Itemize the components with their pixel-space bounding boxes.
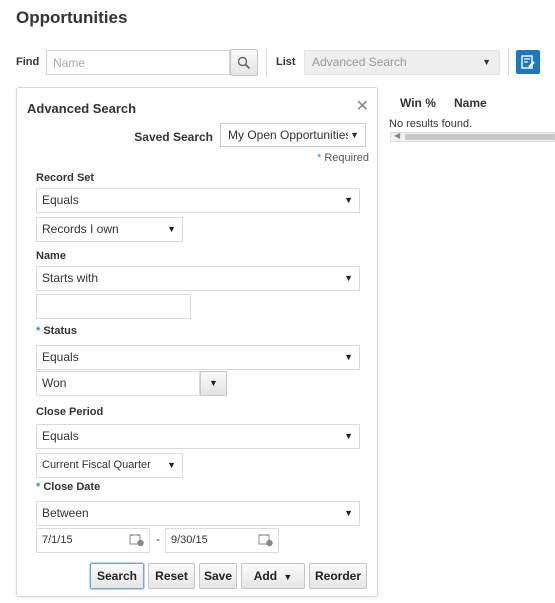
close-icon[interactable]: ✕ bbox=[356, 96, 369, 116]
chevron-down-icon: ▼ bbox=[167, 224, 176, 234]
scrollbar-thumb[interactable] bbox=[405, 134, 555, 140]
find-search-button[interactable] bbox=[230, 49, 258, 76]
list-select[interactable]: Advanced Search ▼ bbox=[304, 50, 500, 75]
advanced-search-panel: Advanced Search ✕ Saved Search My Open O… bbox=[16, 87, 378, 597]
add-button[interactable]: Add ▼ bbox=[241, 563, 305, 589]
close-period-value-select[interactable]: Current Fiscal Quarter ▼ bbox=[36, 453, 183, 478]
record-set-operator-value: Equals bbox=[42, 193, 79, 207]
close-date-to-input[interactable]: 9/30/15 bbox=[165, 528, 279, 553]
date-range-separator: - bbox=[156, 532, 160, 546]
name-value-input[interactable] bbox=[36, 294, 191, 319]
list-select-value: Advanced Search bbox=[312, 55, 407, 69]
page-title: Opportunities bbox=[16, 8, 128, 27]
calendar-icon[interactable] bbox=[258, 533, 274, 547]
chevron-down-icon: ▼ bbox=[209, 378, 218, 388]
panel-title: Advanced Search bbox=[27, 101, 137, 116]
add-button-label: Add bbox=[253, 569, 278, 583]
empty-results-message: No results found. bbox=[389, 118, 473, 130]
chevron-down-icon: ▼ bbox=[482, 57, 491, 67]
find-input[interactable] bbox=[46, 50, 230, 75]
name-operator-value: Starts with bbox=[42, 271, 99, 285]
chevron-down-icon: ▼ bbox=[344, 352, 353, 362]
record-set-label: Record Set bbox=[36, 172, 95, 184]
saved-search-label: Saved Search bbox=[134, 130, 213, 144]
toolbar-divider bbox=[508, 48, 509, 76]
close-date-label-text: Close Date bbox=[43, 481, 101, 493]
scroll-left-icon[interactable]: ◀ bbox=[394, 131, 400, 140]
toolbar-divider bbox=[266, 48, 267, 76]
list-action-button[interactable] bbox=[516, 50, 540, 74]
search-icon bbox=[237, 56, 251, 69]
close-period-value: Current Fiscal Quarter bbox=[42, 459, 151, 471]
calendar-icon[interactable] bbox=[129, 533, 145, 547]
find-label: Find bbox=[16, 56, 40, 68]
chevron-down-icon: ▼ bbox=[344, 273, 353, 283]
name-label: Name bbox=[36, 250, 66, 262]
close-date-from-input[interactable]: 7/1/15 bbox=[36, 528, 150, 553]
chevron-down-icon: ▼ bbox=[348, 124, 359, 146]
chevron-down-icon: ▼ bbox=[283, 572, 293, 582]
chevron-down-icon: ▼ bbox=[344, 431, 353, 441]
record-set-value: Records I own bbox=[42, 222, 119, 236]
status-label-text: Status bbox=[43, 325, 77, 337]
chevron-down-icon: ▼ bbox=[344, 508, 353, 518]
close-date-to-value: 9/30/15 bbox=[171, 534, 208, 546]
required-label: Required bbox=[324, 152, 369, 164]
chevron-down-icon: ▼ bbox=[167, 460, 176, 470]
name-operator-select[interactable]: Starts with ▼ bbox=[36, 266, 360, 291]
column-header-name[interactable]: Name bbox=[454, 96, 487, 110]
close-date-operator-select[interactable]: Between ▼ bbox=[36, 501, 360, 526]
close-date-from-value: 7/1/15 bbox=[42, 534, 73, 546]
close-date-operator-value: Between bbox=[42, 506, 89, 520]
reorder-button[interactable]: Reorder bbox=[309, 563, 367, 589]
save-button[interactable]: Save bbox=[199, 563, 237, 589]
required-marker: * bbox=[36, 481, 41, 493]
saved-search-select[interactable]: My Open Opportunities ▼ bbox=[220, 123, 366, 147]
horizontal-scrollbar[interactable]: ◀ bbox=[390, 131, 555, 142]
close-date-label: * Close Date bbox=[36, 481, 100, 493]
required-marker: * bbox=[36, 325, 41, 337]
list-label: List bbox=[276, 56, 296, 68]
required-marker: * bbox=[317, 152, 322, 164]
record-set-value-select[interactable]: Records I own ▼ bbox=[36, 217, 183, 242]
required-legend: * Required bbox=[317, 152, 369, 164]
record-set-operator-select[interactable]: Equals ▼ bbox=[36, 188, 360, 213]
status-value-input[interactable]: Won bbox=[36, 371, 200, 396]
column-header-win-pct[interactable]: Win % bbox=[400, 96, 436, 110]
chevron-down-icon: ▼ bbox=[344, 195, 353, 205]
close-period-operator-select[interactable]: Equals ▼ bbox=[36, 424, 360, 449]
search-button[interactable]: Search bbox=[90, 563, 144, 589]
status-label: * Status bbox=[36, 325, 77, 337]
saved-search-value: My Open Opportunities bbox=[228, 128, 352, 142]
edit-list-icon bbox=[521, 55, 535, 69]
status-operator-value: Equals bbox=[42, 350, 79, 364]
status-dropdown-button[interactable]: ▼ bbox=[200, 371, 227, 396]
close-period-label: Close Period bbox=[36, 406, 104, 418]
status-operator-select[interactable]: Equals ▼ bbox=[36, 345, 360, 370]
reset-button[interactable]: Reset bbox=[148, 563, 195, 589]
close-period-operator-value: Equals bbox=[42, 429, 79, 443]
